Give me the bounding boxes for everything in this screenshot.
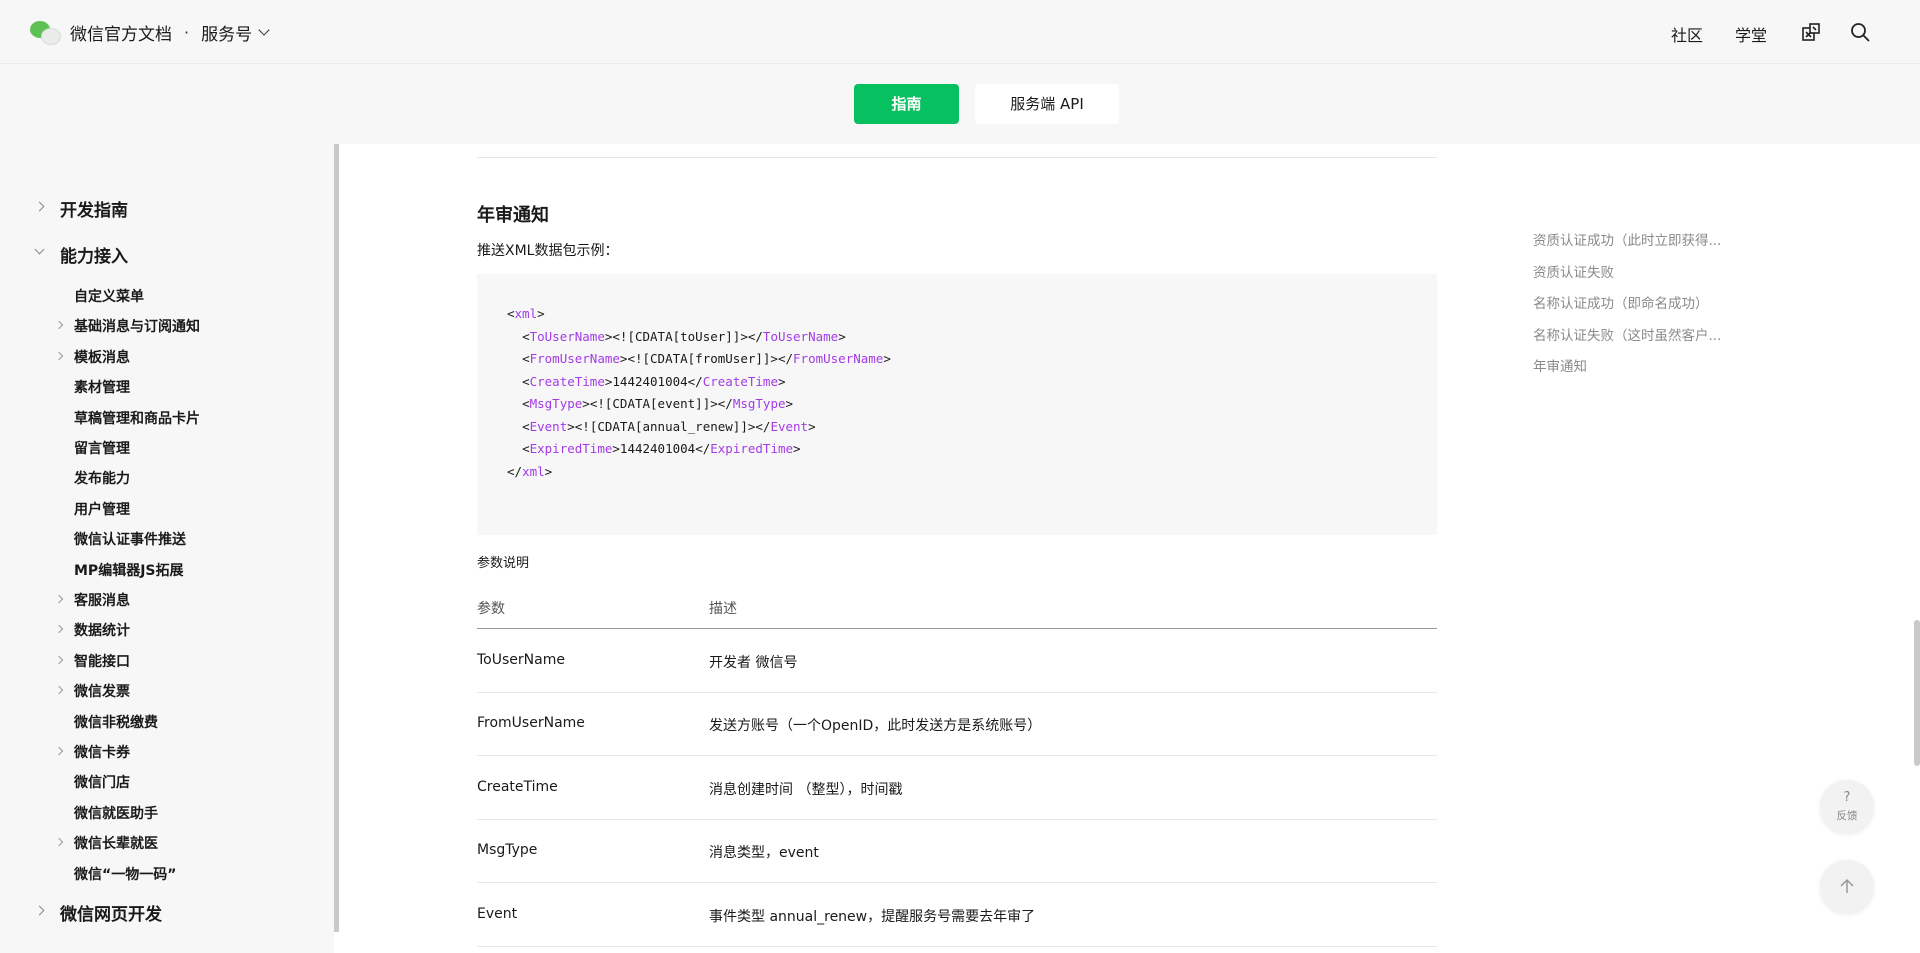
chevron-right-icon[interactable]: [54, 625, 64, 634]
chevron-right-icon[interactable]: [34, 201, 45, 212]
table-row-divider: [477, 692, 1437, 693]
sidebar-item-dev-guide[interactable]: 开发指南: [60, 196, 128, 221]
chevron-right-icon[interactable]: [54, 321, 64, 330]
sidebar-sub-item[interactable]: 微信就医助手: [74, 803, 158, 823]
wechat-logo-icon: [30, 19, 62, 45]
code-line: <ExpiredTime>1442401004</ExpiredTime>: [522, 441, 801, 456]
sidebar-sub-item[interactable]: 基础消息与订阅通知: [74, 316, 200, 336]
title-separator: ·: [184, 22, 190, 42]
toc-item[interactable]: 资质认证成功（此时立即获得...: [1533, 229, 1721, 249]
sidebar-sub-item[interactable]: 自定义菜单: [74, 286, 144, 306]
table-row-divider: [477, 945, 1437, 947]
feedback-button[interactable]: ? 反馈: [1820, 780, 1874, 834]
nav-link-academy[interactable]: 学堂: [1735, 22, 1767, 46]
table-header-param: 参数: [477, 601, 505, 617]
help-icon: ?: [1843, 790, 1851, 805]
table-cell-param: CreateTime: [477, 778, 558, 795]
table-header-desc: 描述: [709, 601, 737, 617]
section-title: 年审通知: [477, 205, 549, 226]
sidebar-scrollbar[interactable]: [334, 144, 339, 932]
table-cell-param: FromUserName: [477, 715, 585, 732]
page-scrollbar[interactable]: [1914, 620, 1920, 766]
sidebar-item-capabilities[interactable]: 能力接入: [60, 242, 128, 267]
table-cell-param: MsgType: [477, 842, 538, 859]
sidebar-nav: 开发指南 能力接入 自定义菜单基础消息与订阅通知 模板消息素材管理草稿管理和商品卡…: [0, 144, 334, 953]
sidebar-sub-item[interactable]: 客服消息: [74, 590, 130, 610]
table-cell-param: Event: [477, 905, 518, 922]
sidebar-sub-item[interactable]: 草稿管理和商品卡片: [74, 408, 200, 428]
chevron-right-icon[interactable]: [54, 837, 64, 847]
back-to-top-button[interactable]: [1820, 860, 1874, 914]
intro-text: 推送XML数据包示例：: [477, 243, 619, 259]
code-line: <FromUserName><![CDATA[fromUser]]></From…: [522, 351, 891, 366]
sidebar-sub-item[interactable]: 微信认证事件推送: [74, 529, 186, 549]
feedback-label: 反馈: [1836, 810, 1858, 822]
toc-item[interactable]: 资质认证失败: [1533, 261, 1614, 281]
sidebar-sub-item[interactable]: 素材管理: [74, 377, 130, 397]
chevron-right-icon[interactable]: [54, 685, 64, 695]
tab-server-api[interactable]: 服务端 API: [975, 84, 1119, 124]
code-line: <xml>: [507, 306, 545, 321]
chevron-right-icon[interactable]: [54, 351, 64, 361]
code-line: <ToUserName><![CDATA[toUser]]></ToUserNa…: [522, 328, 846, 344]
sidebar-item-web-dev[interactable]: 微信网页开发: [60, 900, 162, 925]
sidebar-sub-item[interactable]: 用户管理: [74, 499, 130, 519]
chevron-down-icon[interactable]: [34, 244, 45, 255]
sidebar-sub-item[interactable]: 发布能力: [74, 468, 130, 488]
divider: [477, 157, 1437, 158]
doc-tabs-bar: 指南 服务端 API: [0, 64, 1920, 144]
toc-item[interactable]: 年审通知: [1533, 355, 1587, 375]
table-row-divider: [477, 882, 1437, 884]
toc-item[interactable]: 名称认证失败（这时虽然客户...: [1533, 324, 1721, 344]
code-line: <Event><![CDATA[annual_renew]]></Event>: [522, 418, 816, 434]
product-switcher[interactable]: 服务号: [201, 20, 252, 45]
code-line: <MsgType><![CDATA[event]]></MsgType>: [522, 396, 794, 411]
top-header: 微信官方文档 · 服务号 社区 学堂: [0, 0, 1920, 64]
table-cell-desc: 消息类型，event: [709, 845, 819, 862]
sidebar-sub-item[interactable]: 智能接口: [74, 651, 130, 671]
nav-link-community[interactable]: 社区: [1671, 22, 1703, 46]
chevron-right-icon[interactable]: [34, 905, 45, 916]
sidebar-sub-item[interactable]: 微信长辈就医: [74, 833, 158, 853]
code-block: <xml> <ToUserName><![CDATA[toUser]]></To…: [477, 274, 1437, 535]
chevron-down-icon[interactable]: [258, 23, 270, 36]
code-line: <CreateTime>1442401004</CreateTime>: [522, 373, 786, 389]
sidebar-sub-item[interactable]: 数据统计: [74, 620, 130, 640]
table-row-divider: [477, 818, 1437, 820]
sidebar-sub-item[interactable]: 微信“一物一码”: [74, 864, 176, 884]
sidebar-sub-item[interactable]: 微信卡券: [74, 742, 130, 762]
arrow-up-icon: [1840, 878, 1854, 893]
toc-item[interactable]: 名称认证成功（即命名成功）: [1533, 292, 1709, 312]
site-title[interactable]: 微信官方文档: [70, 20, 172, 45]
sidebar-sub-item[interactable]: 留言管理: [74, 438, 130, 458]
table-cell-desc: 事件类型 annual_renew，提醒服务号需要去年审了: [709, 908, 1036, 925]
devtools-icon[interactable]: [1800, 21, 1822, 43]
code-line: </xml>: [507, 463, 553, 479]
table-cell-desc: 开发者 微信号: [709, 655, 798, 671]
sidebar-sub-item[interactable]: 微信非税缴费: [74, 712, 158, 732]
chevron-right-icon[interactable]: [54, 594, 64, 604]
table-row-divider: [477, 755, 1437, 757]
tab-guide[interactable]: 指南: [854, 84, 959, 124]
table-cell-desc: 消息创建时间 （整型），时间戳: [709, 781, 903, 798]
chevron-right-icon[interactable]: [54, 746, 64, 756]
table-header-divider: [477, 628, 1437, 629]
table-cell-desc: 发送方账号（一个OpenID，此时发送方是系统账号）: [709, 718, 1042, 735]
sidebar-sub-item[interactable]: 微信门店: [74, 772, 130, 792]
sidebar-sub-item[interactable]: 微信发票: [74, 681, 130, 701]
brand[interactable]: 微信官方文档 · 服务号: [30, 18, 270, 46]
chevron-right-icon[interactable]: [54, 655, 64, 665]
search-icon[interactable]: [1849, 21, 1871, 43]
sidebar-sub-item[interactable]: MP编辑器JS拓展: [74, 560, 183, 580]
params-title: 参数说明: [477, 556, 530, 571]
sidebar-sub-item[interactable]: 模板消息: [74, 347, 130, 367]
table-cell-param: ToUserName: [477, 652, 565, 668]
